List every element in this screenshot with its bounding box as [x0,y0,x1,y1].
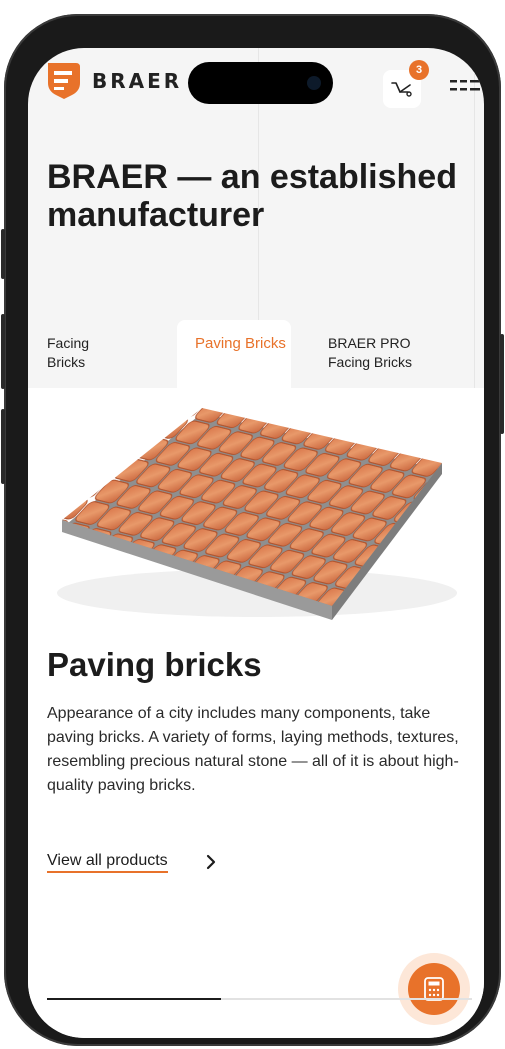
tab-facing-bricks[interactable]: Facing Bricks [47,320,127,388]
cart-icon [391,82,412,97]
tab-braer-pro-facing-bricks[interactable]: BRAER PRO Facing Bricks [328,320,438,388]
side-button [500,334,504,434]
hero-headline: BRAER — an established manufacturer [47,158,457,234]
product-panel: Paving bricks Appearance of a city inclu… [28,388,484,1038]
side-button [1,229,5,279]
cart-count-badge: 3 [409,60,429,80]
dynamic-island [188,62,333,104]
view-all-products-link[interactable]: View all products [47,852,168,873]
side-button [1,409,5,484]
product-title: Paving bricks [47,646,262,683]
braer-logo-icon [48,63,80,99]
carousel-progress-fill [47,998,222,1000]
side-button [1,314,5,389]
calculator-button[interactable] [408,963,460,1015]
product-description: Appearance of a city includes many compo… [47,705,459,794]
logo-text: BRAER [92,69,183,93]
paving-bricks-image [57,408,457,620]
tab-paving-bricks[interactable]: Paving Bricks [177,320,291,388]
category-tabs: Facing Bricks Paving Bricks BRAER PRO Fa… [28,320,484,388]
carousel-progress [47,998,472,1000]
menu-icon[interactable] [450,75,480,97]
logo[interactable]: BRAER [46,61,182,101]
screen: BRAER 3 BRAER — an established manufactu [28,48,484,1038]
phone-frame: BRAER 3 BRAER — an established manufactu [1,14,504,1046]
cart-button[interactable]: 3 [383,60,429,108]
chevron-right-icon[interactable] [205,854,217,870]
